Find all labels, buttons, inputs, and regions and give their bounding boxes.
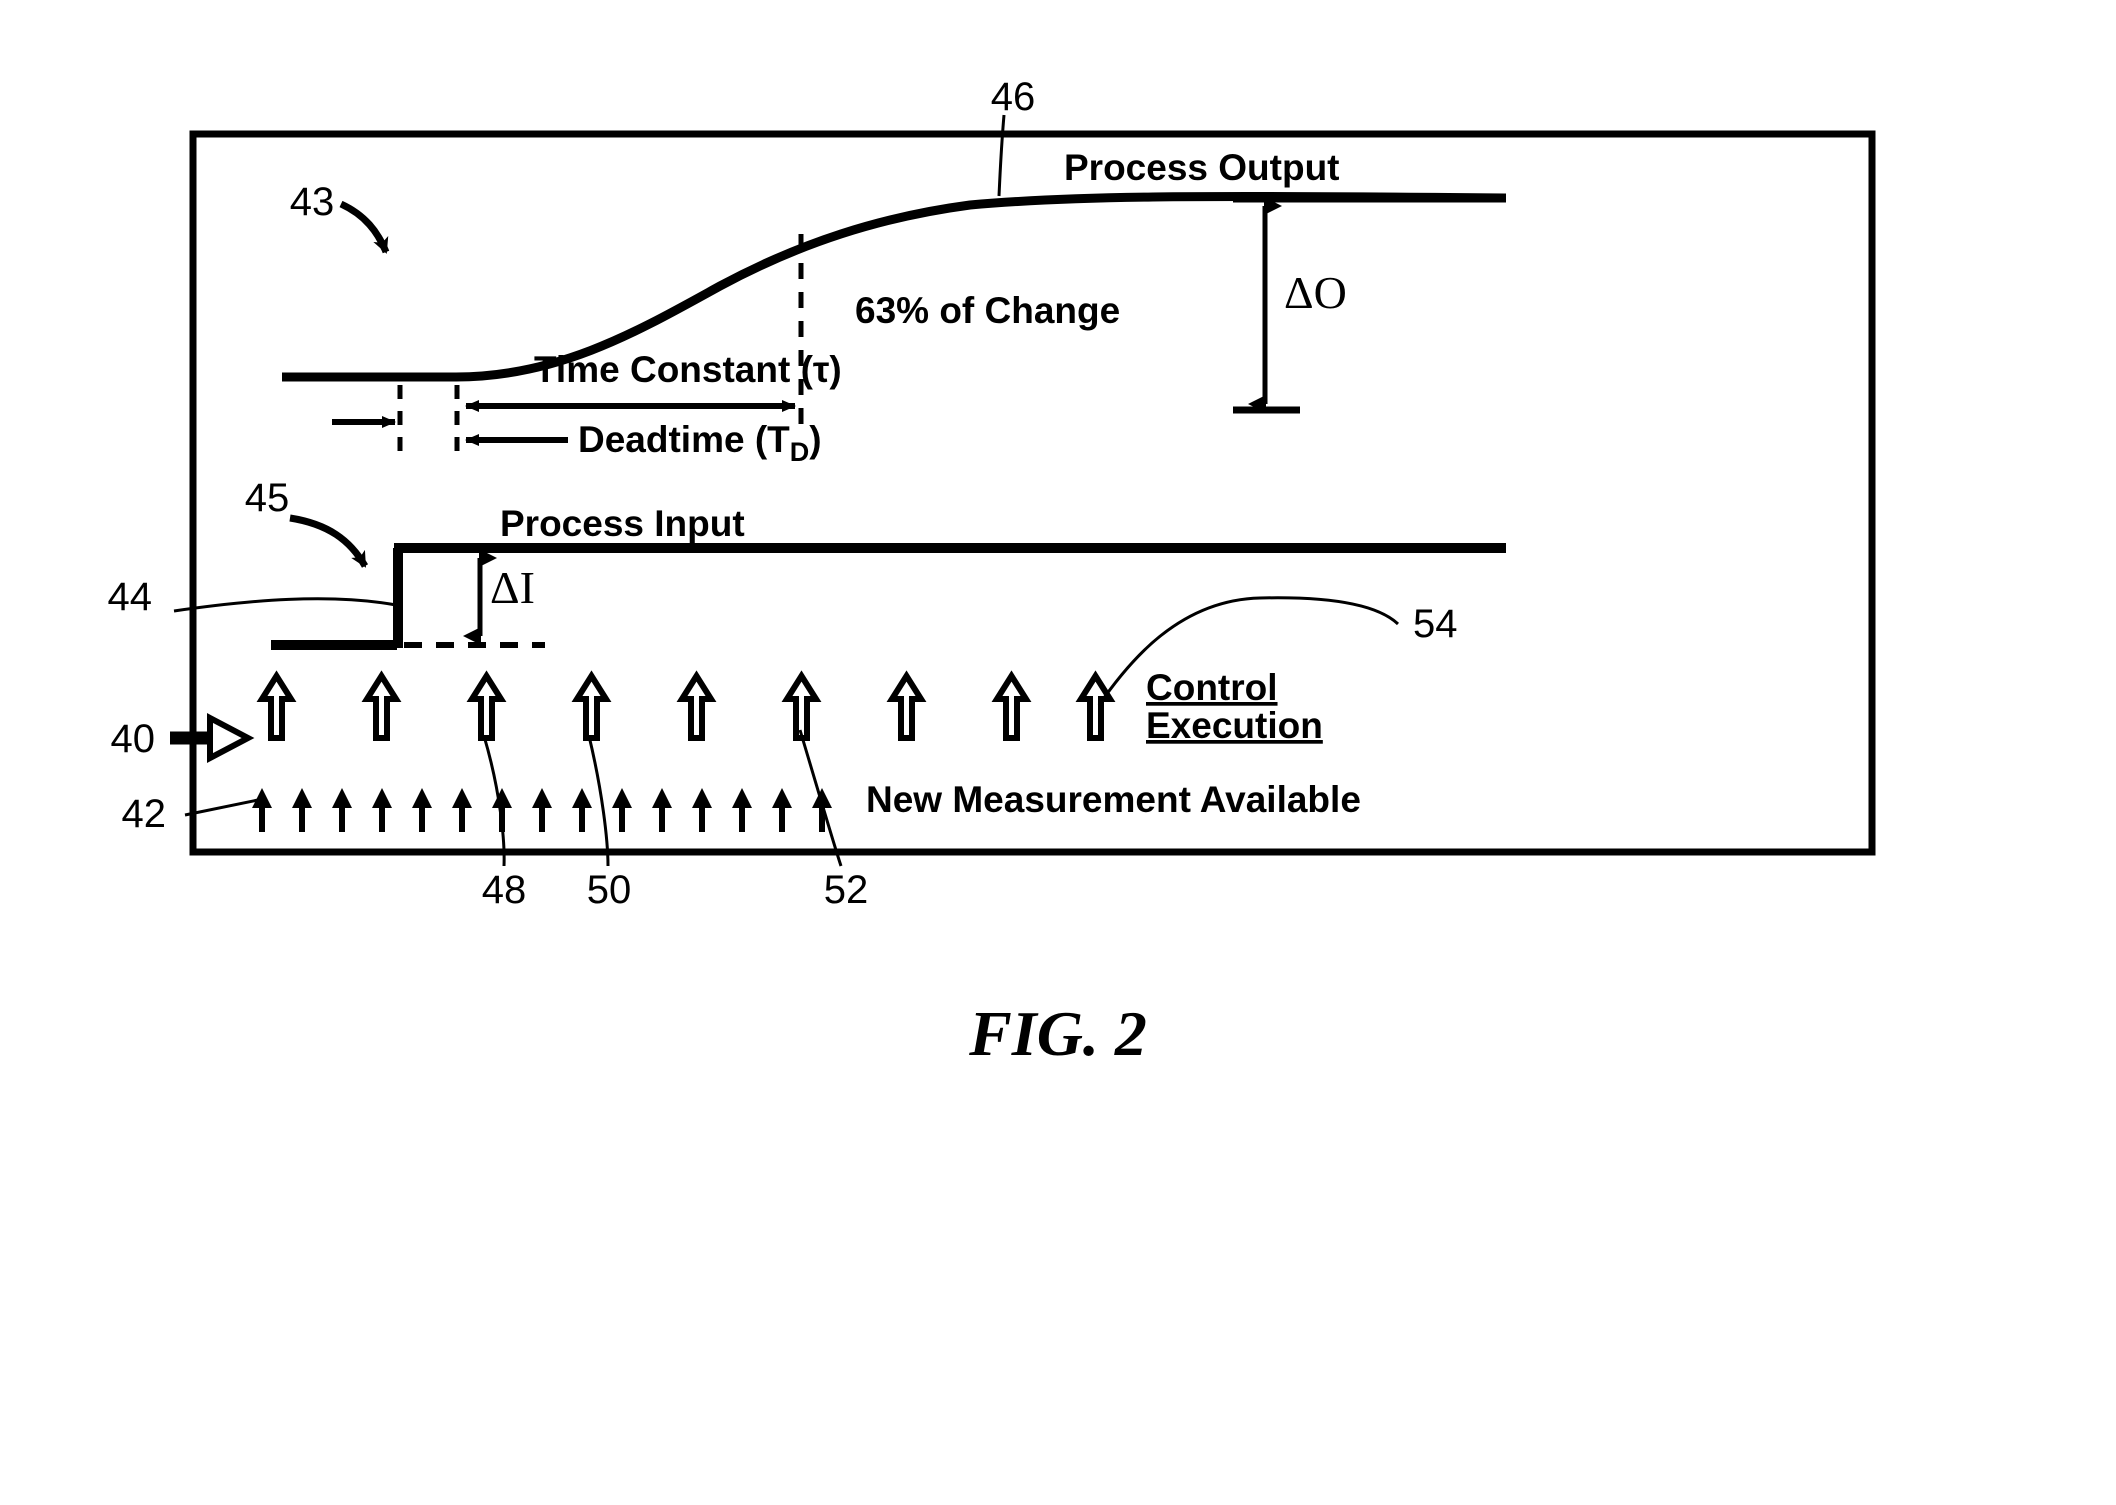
control-execution-label-line2: Execution [1146, 705, 1323, 746]
control-execution-label-line1: Control [1146, 667, 1278, 708]
ref-numeral-45: 45 [245, 476, 290, 520]
ref-numeral-50: 50 [587, 868, 632, 912]
process-output-label: Process Output [1064, 147, 1340, 188]
delta-input-label: ΔI [490, 562, 535, 613]
ref-numeral-42: 42 [122, 792, 167, 836]
process-input-label: Process Input [500, 503, 745, 544]
percent-of-change-label: 63% of Change [855, 290, 1120, 331]
new-measurement-arrow-row [252, 788, 832, 832]
new-measurement-label: New Measurement Available [866, 779, 1361, 820]
ref-numeral-54: 54 [1413, 602, 1458, 646]
canvas-background [0, 0, 2116, 1505]
figure-root: 46 43 Process Output 63% of Change ΔO Ti… [0, 0, 2116, 1505]
ref-numeral-44: 44 [108, 575, 153, 619]
delta-output-label: ΔO [1284, 267, 1347, 318]
ref-numeral-40: 40 [111, 717, 156, 761]
deadtime-label: Deadtime (TD) [578, 419, 822, 467]
ref-numeral-52: 52 [824, 868, 869, 912]
time-constant-label: Time Constant (τ) [534, 349, 842, 390]
ref-numeral-43: 43 [290, 180, 335, 224]
figure-2-diagram: 46 43 Process Output 63% of Change ΔO Ti… [0, 0, 2116, 1505]
figure-caption: FIG. 2 [968, 998, 1147, 1069]
ref-numeral-48: 48 [482, 868, 527, 912]
ref-numeral-46: 46 [991, 75, 1036, 119]
